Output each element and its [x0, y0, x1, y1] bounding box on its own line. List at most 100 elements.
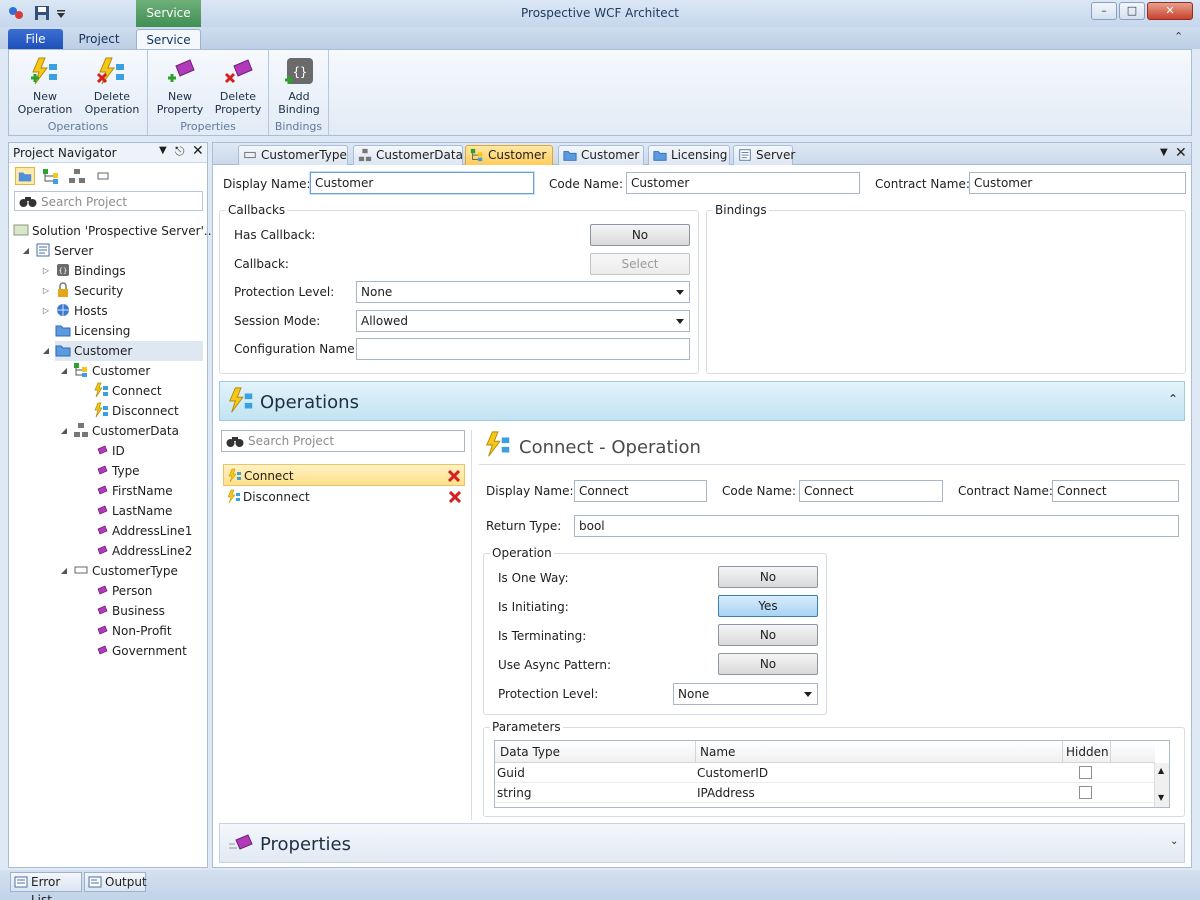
- code-name-field[interactable]: Customer: [626, 172, 860, 194]
- maximize-button[interactable]: □: [1119, 2, 1145, 20]
- tree-item-lastname[interactable]: LastName: [93, 501, 172, 521]
- tree-item-solution[interactable]: Solution 'Prospective Server'...: [13, 221, 215, 241]
- delete-icon[interactable]: [449, 491, 461, 503]
- error-list-tab[interactable]: Error List: [10, 872, 82, 900]
- return-type-field[interactable]: bool: [574, 515, 1179, 537]
- tree-item-bindings[interactable]: {} Bindings: [55, 261, 126, 281]
- is-one-way-toggle[interactable]: No: [718, 566, 818, 588]
- document-tab-3[interactable]: Customer: [465, 145, 553, 165]
- callback-select-button[interactable]: Select: [590, 253, 690, 275]
- expand-arrow-icon[interactable]: ▷: [41, 266, 51, 275]
- tree-item-customer[interactable]: Customer: [55, 341, 203, 361]
- data-view-icon[interactable]: [67, 167, 87, 185]
- expand-icon[interactable]: ⌄: [1170, 836, 1178, 847]
- scroll-down-icon[interactable]: ▼: [1158, 793, 1164, 802]
- display-name-field[interactable]: Customer: [310, 172, 534, 194]
- document-tab-6[interactable]: Server: [733, 145, 795, 165]
- add-binding-button[interactable]: {} Add Binding: [273, 56, 325, 116]
- output-tab[interactable]: Output: [84, 872, 147, 892]
- op-display-name-field[interactable]: Connect: [574, 480, 707, 502]
- table-row[interactable]: string IPAddress: [495, 783, 1155, 803]
- document-close-icon[interactable]: ✕: [1175, 145, 1187, 161]
- document-tab-4[interactable]: Customer: [558, 145, 644, 165]
- table-row[interactable]: Guid CustomerID: [495, 763, 1155, 783]
- hidden-checkbox[interactable]: [1079, 766, 1092, 779]
- has-callback-toggle[interactable]: No: [590, 224, 690, 246]
- expand-arrow-icon[interactable]: ▷: [41, 306, 51, 315]
- hidden-checkbox[interactable]: [1079, 786, 1092, 799]
- folder-view-icon[interactable]: [15, 167, 35, 185]
- tree-item-customerdata[interactable]: CustomerData: [73, 421, 179, 441]
- is-terminating-toggle[interactable]: No: [718, 624, 818, 646]
- document-tab-5[interactable]: Licensing: [648, 145, 730, 165]
- tree-item-addressline2[interactable]: AddressLine2: [93, 541, 192, 561]
- expand-arrow-icon[interactable]: ▷: [41, 286, 51, 295]
- operation-item-connect[interactable]: Connect: [223, 464, 465, 486]
- collapse-arrow-icon[interactable]: ◢: [59, 426, 69, 435]
- ribbon-collapse-icon[interactable]: ⌃: [1174, 30, 1183, 43]
- tree-item-customertype[interactable]: CustomerType: [73, 561, 178, 581]
- tree-item-government[interactable]: Government: [93, 641, 187, 661]
- protection-level-select[interactable]: None: [356, 281, 690, 303]
- collapse-icon[interactable]: ⌃: [1168, 392, 1178, 406]
- close-button[interactable]: ✕: [1147, 2, 1193, 20]
- column-header-hidden[interactable]: Hidden: [1066, 745, 1109, 759]
- tree-item-hosts[interactable]: Hosts: [55, 301, 108, 321]
- tree-item-security[interactable]: Security: [55, 281, 123, 301]
- pin-icon[interactable]: ⎋: [175, 144, 185, 159]
- column-header-data-type[interactable]: Data Type: [500, 745, 560, 759]
- op-protection-level-select[interactable]: None: [673, 683, 818, 705]
- tree-item-addressline1[interactable]: AddressLine1: [93, 521, 192, 541]
- collapse-arrow-icon[interactable]: ◢: [59, 566, 69, 575]
- configuration-name-field[interactable]: [356, 338, 690, 360]
- scroll-up-icon[interactable]: ▲: [1158, 766, 1164, 775]
- use-async-pattern-toggle[interactable]: No: [718, 653, 818, 675]
- minimize-button[interactable]: –: [1091, 2, 1117, 20]
- navigator-close-icon[interactable]: ✕: [192, 143, 204, 159]
- scrollbar[interactable]: ▲ ▼: [1154, 763, 1169, 807]
- delete-icon[interactable]: [448, 470, 460, 482]
- quick-access-dropdown-icon[interactable]: [56, 9, 66, 19]
- op-contract-name-field[interactable]: Connect: [1052, 480, 1179, 502]
- navigator-dropdown-icon[interactable]: ▼: [159, 145, 167, 156]
- tree-item-id[interactable]: ID: [93, 441, 125, 461]
- op-code-name-field[interactable]: Connect: [799, 480, 943, 502]
- save-icon[interactable]: [34, 5, 50, 21]
- document-tab-2[interactable]: CustomerData: [353, 145, 463, 165]
- tree-item-licensing[interactable]: Licensing: [55, 321, 130, 341]
- tree-item-disconnect[interactable]: Disconnect: [93, 401, 179, 421]
- operations-header[interactable]: Operations ⌃: [219, 381, 1185, 421]
- collapse-arrow-icon[interactable]: ◢: [41, 346, 51, 355]
- tab-list-dropdown-icon[interactable]: ▼: [1160, 147, 1168, 158]
- hierarchy-view-icon[interactable]: [41, 167, 61, 185]
- tab-project[interactable]: Project: [66, 29, 132, 50]
- new-property-button[interactable]: New Property: [152, 56, 208, 116]
- app-icon[interactable]: [8, 5, 24, 21]
- delete-property-button[interactable]: Delete Property: [210, 56, 266, 116]
- tree-item-person[interactable]: Person: [93, 581, 152, 601]
- new-operation-button[interactable]: New Operation: [15, 56, 75, 116]
- tab-service[interactable]: Service: [136, 29, 201, 51]
- operation-item-disconnect[interactable]: Disconnect: [223, 486, 465, 508]
- tab-file[interactable]: File: [8, 29, 63, 50]
- tree-item-non-profit[interactable]: Non-Profit: [93, 621, 172, 641]
- navigator-search[interactable]: Search Project: [14, 191, 203, 211]
- operations-search[interactable]: Search Project: [221, 430, 465, 452]
- enum-view-icon[interactable]: [93, 167, 113, 185]
- status-bar: [0, 870, 1200, 900]
- session-mode-select[interactable]: Allowed: [356, 310, 690, 332]
- tree-item-connect[interactable]: Connect: [93, 381, 162, 401]
- tree-item-customer-service[interactable]: Customer: [73, 361, 150, 381]
- properties-header[interactable]: Properties ⌄: [219, 823, 1185, 863]
- tree-item-type[interactable]: Type: [93, 461, 140, 481]
- delete-operation-button[interactable]: Delete Operation: [81, 56, 143, 116]
- is-initiating-toggle[interactable]: Yes: [718, 595, 818, 617]
- contract-name-field[interactable]: Customer: [969, 172, 1186, 194]
- tree-item-server[interactable]: Server: [35, 241, 93, 261]
- collapse-arrow-icon[interactable]: ◢: [21, 246, 31, 255]
- document-tab-1[interactable]: CustomerType: [238, 145, 348, 165]
- column-header-name[interactable]: Name: [700, 745, 735, 759]
- collapse-arrow-icon[interactable]: ◢: [59, 366, 69, 375]
- tree-item-firstname[interactable]: FirstName: [93, 481, 173, 501]
- tree-item-business[interactable]: Business: [93, 601, 165, 621]
